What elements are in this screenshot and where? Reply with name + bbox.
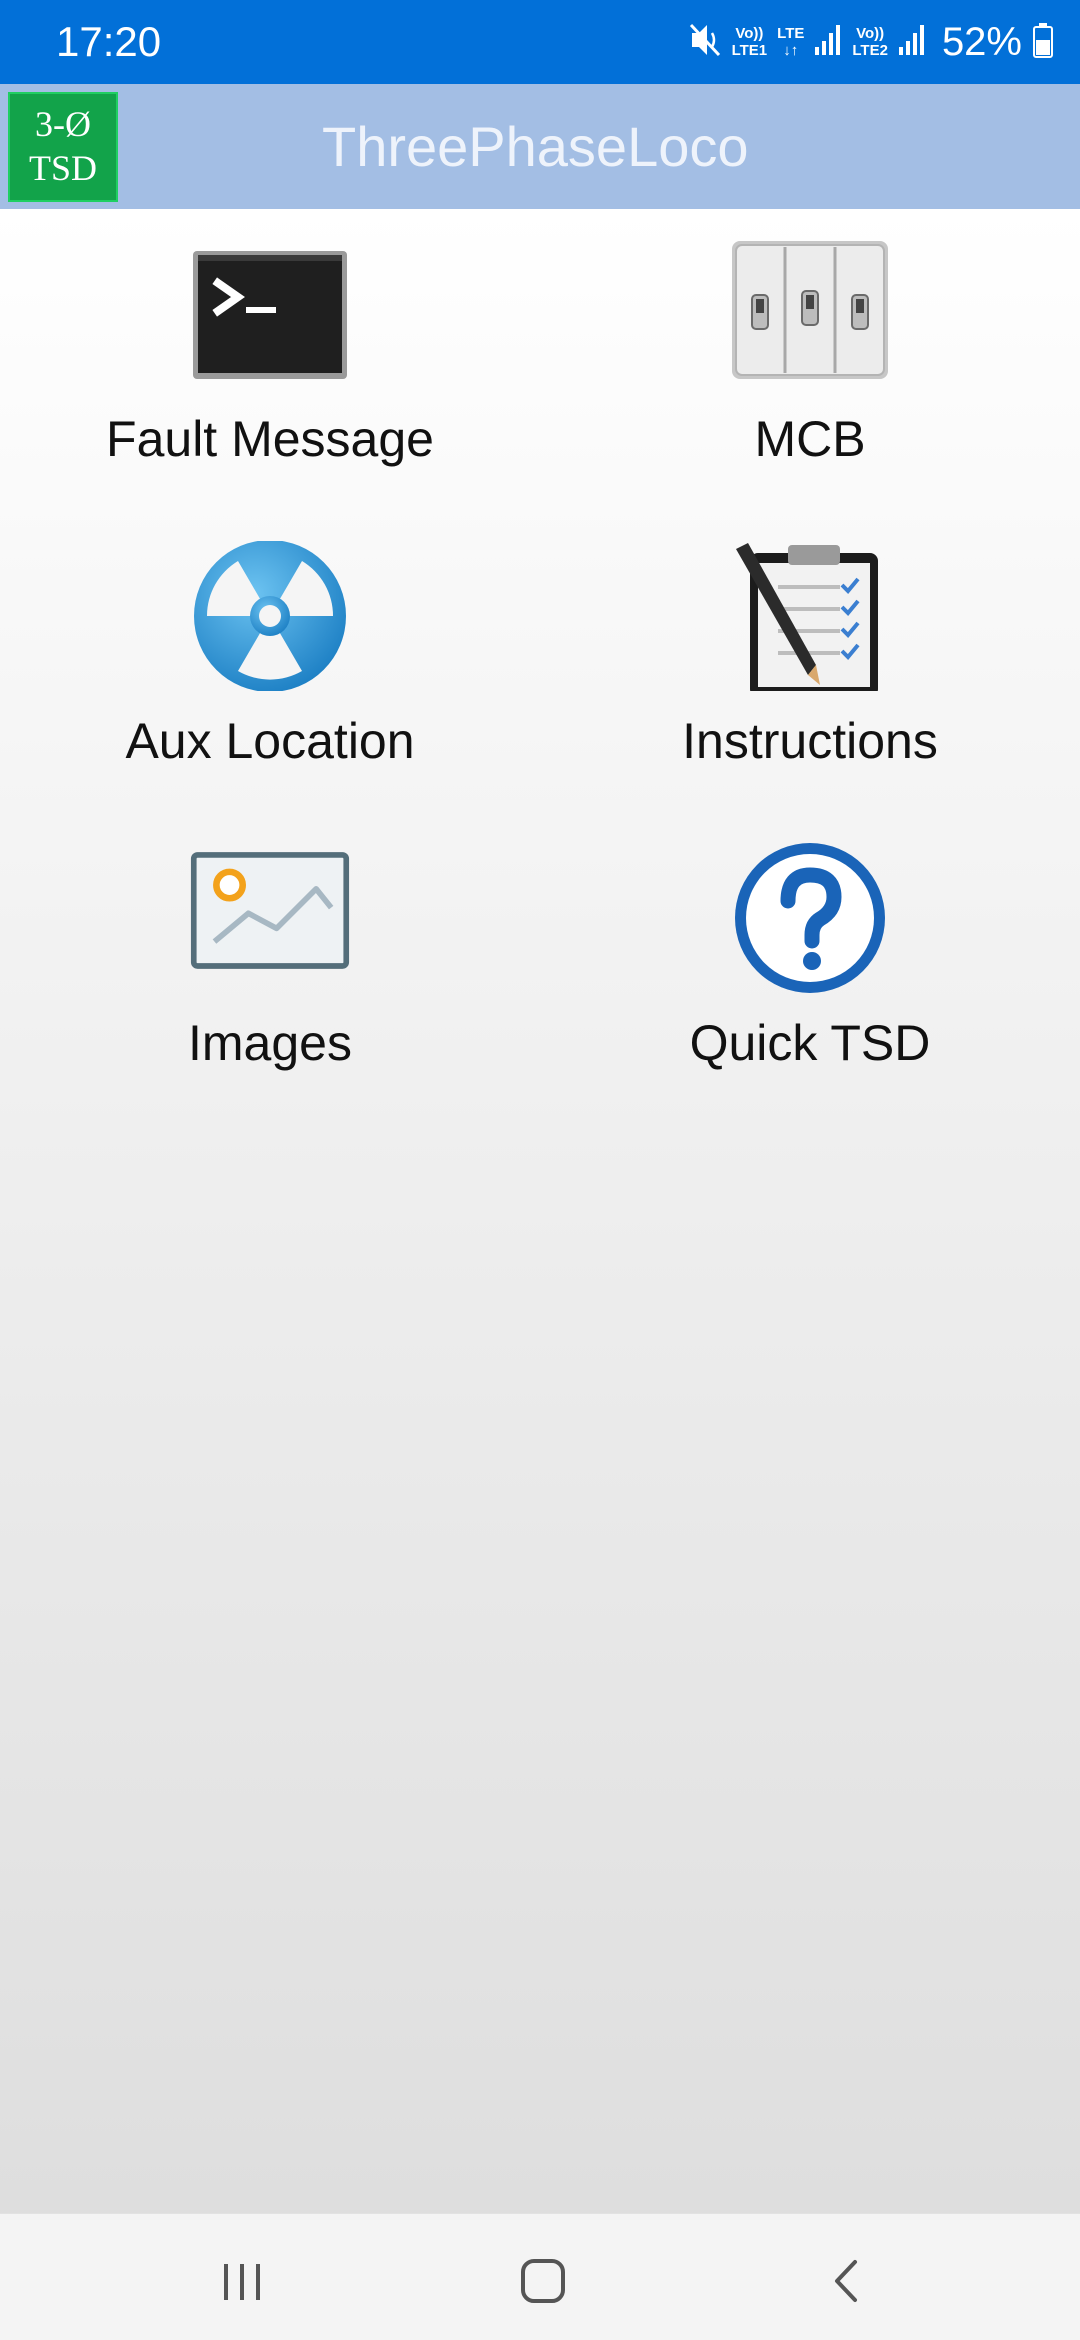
help-icon (730, 843, 890, 993)
breaker-switch-icon (730, 239, 890, 389)
home-icon[interactable] (503, 2244, 583, 2314)
app-logo: 3-Ø TSD (8, 92, 118, 202)
instructions-tile[interactable]: Instructions (540, 511, 1080, 811)
status-time: 17:20 (56, 18, 162, 65)
sim1-indicator: Vo)) LTE1 (732, 25, 768, 59)
data-lte-label: LTE (777, 25, 805, 42)
sim2-volte-label: Vo)) (856, 25, 885, 42)
image-icon (190, 843, 350, 993)
radiation-icon (190, 540, 350, 692)
app-bar: 3-Ø TSD ThreePhaseLoco (0, 84, 1080, 209)
data-indicator: LTE ↓↑ (777, 25, 804, 59)
terminal-icon (190, 239, 350, 389)
fault-message-label: Fault Message (106, 411, 434, 467)
instructions-label: Instructions (682, 713, 938, 769)
sim1-lte-label: LTE1 (731, 42, 768, 59)
clipboard-checklist-icon (730, 541, 890, 697)
mcb-tile[interactable]: MCB (540, 209, 1080, 509)
recent-apps-icon[interactable] (202, 2244, 282, 2314)
app-title: ThreePhaseLoco (322, 115, 749, 178)
sim1-volte-label: Vo)) (735, 25, 764, 42)
back-icon[interactable] (807, 2244, 887, 2314)
images-label: Images (188, 1015, 352, 1071)
aux-location-tile[interactable]: Aux Location (0, 511, 540, 811)
signal-icon (814, 23, 842, 62)
mcb-label: MCB (754, 411, 866, 467)
sim2-lte-label: LTE2 (852, 42, 888, 59)
status-bar: 17:20 Vo)) LTE1 LTE ↓↑ Vo)) LTE2 52% (0, 0, 1080, 84)
aux-location-label: Aux Location (125, 713, 415, 769)
app-logo-line2: TSD (28, 148, 97, 188)
quick-tsd-tile[interactable]: Quick TSD (540, 813, 1080, 1113)
quick-tsd-label: Quick TSD (689, 1015, 931, 1071)
battery-percent: 52% (941, 20, 1022, 64)
status-icons: Vo)) LTE1 LTE ↓↑ Vo)) LTE2 52% (688, 14, 1054, 70)
sim2-indicator: Vo)) LTE2 (852, 25, 888, 59)
main-content: Fault Message MCB Aux Location Instructi… (0, 209, 1080, 2213)
signal-icon (898, 23, 926, 62)
images-tile[interactable]: Images (0, 813, 540, 1113)
battery-icon (1032, 22, 1054, 63)
mute-vibrate-icon (688, 21, 722, 64)
navigation-bar (0, 2213, 1080, 2340)
fault-message-tile[interactable]: Fault Message (0, 209, 540, 509)
data-arrows-label: ↓↑ (783, 42, 799, 59)
app-logo-line1: 3-Ø (35, 104, 91, 144)
